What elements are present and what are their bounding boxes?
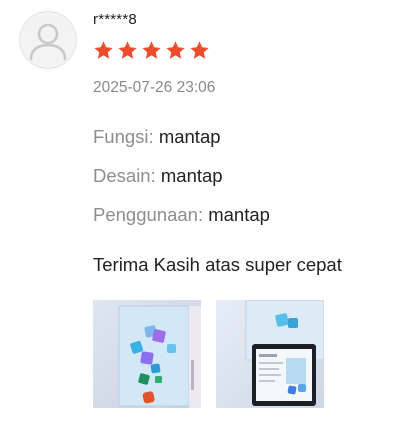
review-photo-1[interactable] [93, 300, 201, 408]
star-icon [118, 41, 137, 59]
attribute-value: mantap [158, 126, 221, 147]
attribute-value: mantap [208, 204, 270, 225]
user-silhouette-icon [29, 23, 67, 61]
attribute-key: Penggunaan: [93, 204, 204, 225]
review-comment: Terima Kasih atas super cepat [93, 254, 342, 275]
review-timestamp: 2025-07-26 23:06 [93, 79, 216, 96]
star-icon [166, 41, 185, 59]
attribute-key: Fungsi: [93, 126, 154, 147]
star-rating [93, 40, 210, 61]
attribute-value: mantap [160, 165, 223, 186]
attribute-penggunaan: Penggunaan: mantap [93, 204, 270, 226]
attribute-fungsi: Fungsi: mantap [93, 126, 221, 148]
review-photo-2[interactable] [216, 300, 324, 408]
attribute-desain: Desain: mantap [93, 165, 223, 187]
attribute-key: Desain: [93, 165, 156, 186]
reviewer-username: r*****8 [93, 11, 137, 28]
star-icon [94, 41, 113, 59]
star-icon [190, 41, 209, 59]
avatar[interactable] [19, 11, 77, 69]
star-icon [142, 41, 161, 59]
